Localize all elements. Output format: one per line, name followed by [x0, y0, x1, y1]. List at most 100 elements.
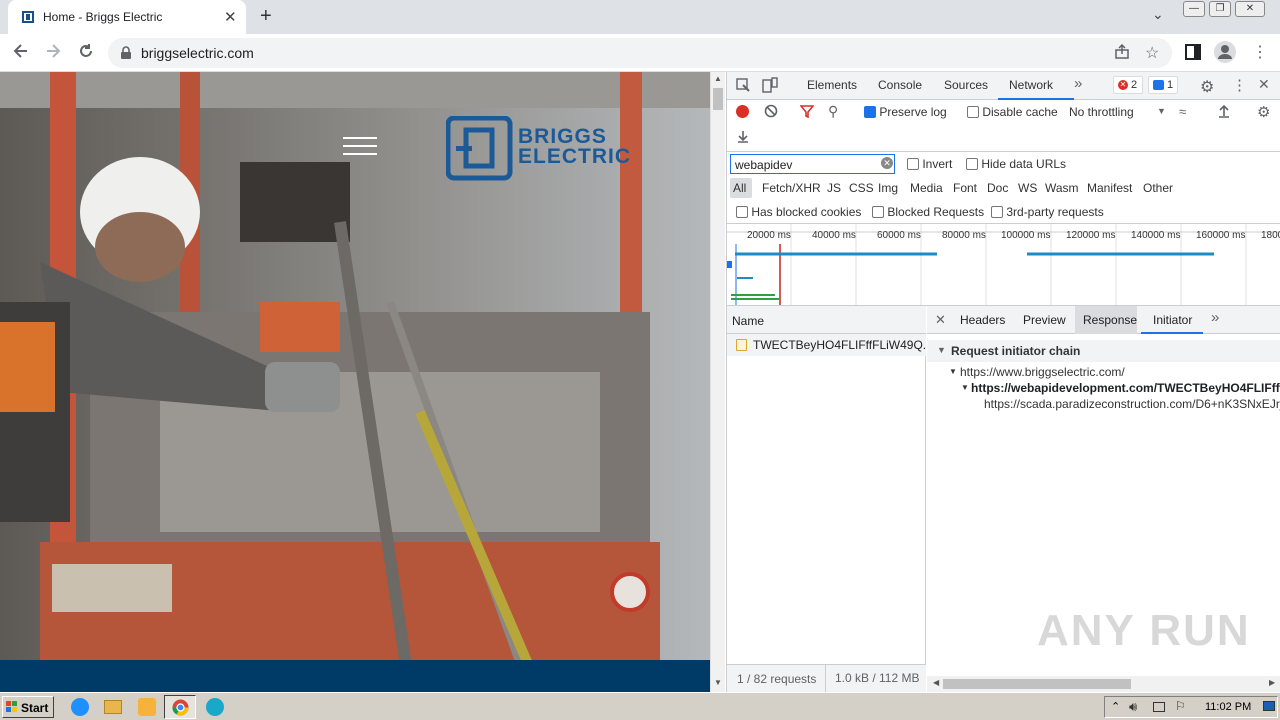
clear-icon[interactable]: [764, 104, 778, 118]
device-toolbar-icon[interactable]: [762, 77, 778, 93]
inspect-element-icon[interactable]: [736, 78, 751, 93]
type-filter-fetch[interactable]: Fetch/XHR: [762, 181, 821, 195]
tab-elements[interactable]: Elements: [807, 78, 857, 92]
collapse-chain-icon[interactable]: ▼: [937, 345, 946, 355]
more-tabs-icon[interactable]: »: [1074, 75, 1082, 92]
type-filter-other[interactable]: Other: [1143, 181, 1173, 195]
type-filter-font[interactable]: Font: [953, 181, 977, 195]
throttling-select[interactable]: No throttling: [1069, 105, 1134, 119]
chain-item-root[interactable]: https://www.briggselectric.com/: [960, 365, 1125, 379]
type-filter-ws[interactable]: WS: [1018, 181, 1037, 195]
more-detail-tabs-icon[interactable]: »: [1211, 309, 1219, 326]
type-filter-manifest[interactable]: Manifest: [1087, 181, 1132, 195]
initiator-chain-header[interactable]: ▼ Request initiator chain: [927, 340, 1280, 362]
overview-timeline[interactable]: 20000 ms 40000 ms 60000 ms 80000 ms 1000…: [727, 224, 1280, 306]
tab-console[interactable]: Console: [878, 78, 922, 92]
volume-icon[interactable]: 🔊︎: [1129, 699, 1137, 715]
filter-input[interactable]: webapidev ✕: [730, 154, 895, 174]
briggs-logo[interactable]: BRIGGS ELECTRIC: [446, 116, 656, 182]
back-icon[interactable]: [12, 42, 30, 60]
third-party-checkbox[interactable]: 3rd-party requests: [991, 205, 1104, 219]
tab-search-chevron-icon[interactable]: ⌄: [1152, 6, 1164, 23]
chain-node-toggle-icon[interactable]: ▼: [961, 383, 969, 392]
blocked-requests-checkbox[interactable]: Blocked Requests: [872, 205, 984, 219]
close-devtools-icon[interactable]: ✕: [1258, 76, 1270, 93]
share-icon[interactable]: [1114, 44, 1130, 60]
side-panel-icon[interactable]: [1185, 44, 1201, 60]
ie-taskbar-icon[interactable]: [71, 698, 89, 716]
menu-kebab-icon[interactable]: ⋮: [1252, 42, 1268, 62]
hide-data-urls-checkbox[interactable]: Hide data URLs: [966, 157, 1066, 171]
clock[interactable]: 11:02 PM: [1205, 701, 1251, 713]
browser-tab[interactable]: Home - Briggs Electric ✕: [8, 0, 246, 34]
media-player-taskbar-icon[interactable]: [138, 698, 156, 716]
type-filter-wasm[interactable]: Wasm: [1045, 181, 1079, 195]
has-blocked-cookies-checkbox[interactable]: Has blocked cookies: [736, 205, 861, 219]
type-filter-media[interactable]: Media: [910, 181, 943, 195]
type-filter-js[interactable]: JS: [827, 181, 841, 195]
restore-button[interactable]: ❐: [1209, 1, 1231, 17]
tray-expand-icon[interactable]: ⌃: [1111, 700, 1120, 713]
tab-sources[interactable]: Sources: [944, 78, 988, 92]
explorer-taskbar-icon[interactable]: [104, 700, 122, 714]
clear-filter-icon[interactable]: ✕: [881, 157, 893, 169]
edge-taskbar-icon[interactable]: [206, 698, 224, 716]
tab-network[interactable]: Network: [1009, 78, 1053, 92]
chain-item-child[interactable]: https://scada.paradizeconstruction.com/D…: [984, 397, 1280, 411]
filter-icon[interactable]: [800, 104, 814, 118]
devtools-menu-icon[interactable]: ⋮: [1232, 76, 1247, 94]
devtools-settings-icon[interactable]: ⚙: [1200, 77, 1214, 97]
tab-response[interactable]: Response: [1083, 313, 1137, 327]
forward-icon[interactable]: [44, 42, 62, 60]
throttling-dropdown-icon[interactable]: ▼: [1157, 106, 1166, 116]
type-filter-doc[interactable]: Doc: [987, 181, 1008, 195]
type-filter-css[interactable]: CSS: [849, 181, 874, 195]
request-row[interactable]: TWECTBeyHO4FLIFffFLiW49Q...: [727, 334, 933, 356]
invert-checkbox[interactable]: Invert: [907, 157, 952, 171]
type-filter-all[interactable]: All: [733, 181, 746, 195]
scrollbar-thumb[interactable]: [713, 88, 723, 110]
scroll-up-icon[interactable]: ▲: [714, 74, 722, 83]
network-tray-icon[interactable]: [1153, 702, 1165, 712]
horizontal-scroll-thumb[interactable]: [943, 679, 1131, 689]
tab-headers[interactable]: Headers: [960, 313, 1005, 327]
close-detail-icon[interactable]: ✕: [935, 312, 946, 328]
lock-icon: [120, 46, 132, 60]
reload-icon[interactable]: [77, 42, 95, 60]
minimize-button[interactable]: —: [1183, 1, 1205, 17]
start-button[interactable]: Start: [2, 696, 54, 718]
search-icon[interactable]: ⚲: [828, 103, 838, 120]
chain-item-selected[interactable]: https://webapidevelopment.com/TWECTBeyHO…: [971, 381, 1280, 395]
import-har-icon[interactable]: [1217, 104, 1231, 118]
address-bar[interactable]: briggselectric.com ☆: [108, 38, 1172, 68]
chrome-taskbar-button[interactable]: [164, 695, 196, 719]
message-count-badge[interactable]: 1: [1148, 76, 1178, 94]
windows-logo-icon: [6, 701, 18, 713]
horizontal-scrollbar[interactable]: ◀ ▶: [927, 676, 1280, 692]
chain-node-toggle-icon[interactable]: ▼: [949, 367, 957, 376]
tab-preview[interactable]: Preview: [1023, 313, 1066, 327]
new-tab-icon[interactable]: +: [260, 5, 272, 28]
close-tab-icon[interactable]: ✕: [224, 8, 237, 26]
error-count-badge[interactable]: ✕ 2: [1113, 76, 1143, 94]
preserve-log-checkbox[interactable]: Preserve log: [864, 105, 947, 119]
tab-initiator[interactable]: Initiator: [1153, 313, 1192, 327]
scroll-right-icon[interactable]: ▶: [1269, 678, 1275, 687]
record-icon[interactable]: [736, 105, 749, 118]
bookmark-star-icon[interactable]: ☆: [1145, 43, 1159, 63]
profile-avatar[interactable]: [1214, 41, 1236, 63]
network-settings-icon[interactable]: ⚙: [1257, 103, 1270, 121]
site-favicon-icon: [22, 11, 34, 23]
action-center-flag-icon[interactable]: ⚐: [1175, 699, 1186, 713]
export-har-icon[interactable]: [736, 129, 750, 143]
hamburger-menu-icon[interactable]: [343, 135, 377, 157]
network-conditions-icon[interactable]: ≈: [1179, 104, 1186, 119]
show-desktop-icon[interactable]: [1263, 701, 1275, 711]
scroll-down-icon[interactable]: ▼: [714, 678, 722, 687]
name-column-header[interactable]: Name: [727, 306, 926, 334]
close-window-button[interactable]: ✕: [1235, 1, 1265, 17]
scroll-left-icon[interactable]: ◀: [933, 678, 939, 687]
disable-cache-checkbox[interactable]: Disable cache: [967, 105, 1058, 119]
page-scrollbar[interactable]: ▲ ▼: [710, 72, 725, 692]
type-filter-img[interactable]: Img: [878, 181, 898, 195]
